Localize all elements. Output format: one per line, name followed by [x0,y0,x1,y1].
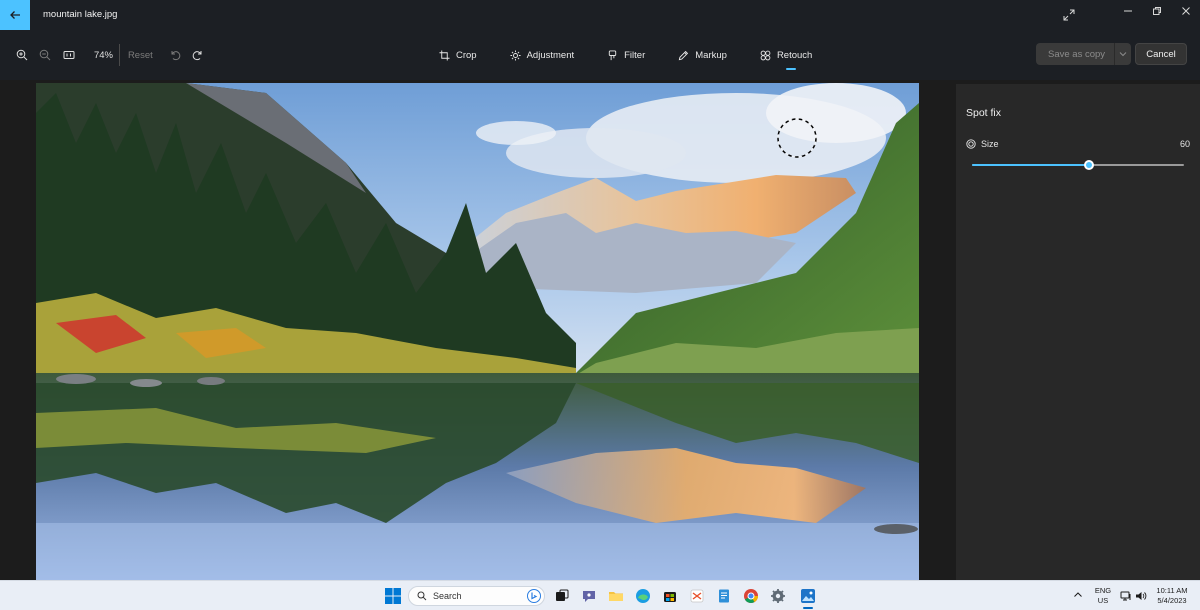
filter-icon [608,49,617,60]
crop-icon [439,49,450,61]
volume-icon[interactable] [1135,590,1147,602]
panel-title: Spot fix [966,107,1002,119]
snipping-tool-icon[interactable] [688,587,706,605]
redo-icon [192,51,202,61]
lang-primary: ENG [1094,586,1112,595]
system-clock[interactable]: 10:11 AM 5/4/2023 [1150,586,1194,606]
bing-icon[interactable] [527,589,541,603]
windows-start-icon[interactable] [385,588,401,604]
minimize-icon [1124,10,1132,12]
expand-icon [1063,9,1075,21]
zoom-level[interactable]: 74% [81,50,113,61]
size-row: Size 60 [966,137,1190,151]
tab-filter-label: Filter [624,49,646,61]
size-value: 60 [1179,139,1190,149]
zoom-in-icon [16,49,28,61]
tab-adjustment[interactable]: Adjustment [510,40,575,70]
size-slider[interactable] [972,159,1184,171]
save-as-copy-button[interactable]: Save as copy [1036,49,1114,60]
zoom-controls: 74% Reset [10,40,210,70]
chevron-up-icon[interactable] [1073,590,1083,600]
clock-time: 10:11 AM [1156,586,1188,595]
tab-adjustment-label: Adjustment [526,49,575,61]
mountain-lake-photo[interactable] [36,83,919,580]
tab-markup[interactable]: Markup [678,40,727,70]
actual-size-icon [63,51,75,59]
taskbar-search[interactable]: Search [408,586,545,606]
zoom-out-button[interactable] [34,41,58,69]
edit-tools: Crop Adjustment Filter Markup Retouch [432,40,812,70]
windows-taskbar: Search ENG US 10:11 AM 5/4/2023 [0,580,1200,610]
active-app-indicator [803,607,813,609]
restore-button[interactable] [1141,0,1173,22]
target-icon [966,139,976,149]
size-label: Size [981,139,999,149]
reset-button[interactable]: Reset [128,50,153,61]
zoom-in-button[interactable] [10,41,34,69]
pen-icon [679,50,689,60]
arrow-left-icon [10,11,20,19]
restore-icon [1153,7,1161,15]
chevron-down-icon [1119,52,1127,57]
network-icon[interactable] [1120,590,1132,602]
active-tab-indicator [785,68,796,70]
bandage-icon [760,50,771,60]
slider-fill [972,164,1089,166]
tab-filter[interactable]: Filter [607,40,645,70]
close-icon [1182,7,1190,15]
redo-button[interactable] [186,41,210,69]
sun-icon [510,49,521,61]
tab-retouch[interactable]: Retouch [760,40,812,70]
file-title: mountain lake.jpg [43,9,118,20]
file-explorer-icon[interactable] [607,587,625,605]
undo-button[interactable] [163,41,187,69]
fullscreen-button[interactable] [1061,7,1077,23]
close-button[interactable] [1170,0,1200,22]
photos-app-icon[interactable] [799,587,817,605]
editing-canvas [0,80,950,580]
toolbar-divider [119,44,120,66]
back-button[interactable] [0,0,30,30]
tab-crop[interactable]: Crop [439,40,477,70]
input-language[interactable]: ENG US [1093,586,1113,606]
tab-crop-label: Crop [456,49,477,61]
zoom-out-icon [40,49,51,61]
save-as-copy-split-button[interactable]: Save as copy [1036,43,1131,65]
actual-size-button[interactable] [57,41,81,69]
edge-browser-icon[interactable] [634,587,652,605]
search-placeholder: Search [433,591,462,601]
notepad-icon[interactable] [715,587,733,605]
teams-chat-icon[interactable] [580,587,598,605]
retouch-panel: Spot fix Size 60 [956,84,1200,580]
microsoft-store-icon[interactable] [661,587,679,605]
title-bar: mountain lake.jpg [0,0,1200,30]
settings-gear-icon[interactable] [769,587,787,605]
photo-canvas[interactable] [36,83,919,580]
chrome-browser-icon[interactable] [742,587,760,605]
minimize-button[interactable] [1112,0,1144,22]
undo-icon [171,51,180,61]
slider-thumb[interactable] [1084,160,1094,170]
lang-secondary: US [1097,596,1109,605]
save-options-dropdown[interactable] [1115,50,1131,58]
search-icon [417,591,427,601]
tab-retouch-label: Retouch [776,49,813,61]
task-view-icon[interactable] [553,587,571,605]
cancel-button[interactable]: Cancel [1135,43,1187,65]
clock-date: 5/4/2023 [1157,596,1187,605]
tab-markup-label: Markup [695,49,727,61]
editor-toolbar: 74% Reset Crop Adjustment Filter Markup … [0,30,1200,80]
